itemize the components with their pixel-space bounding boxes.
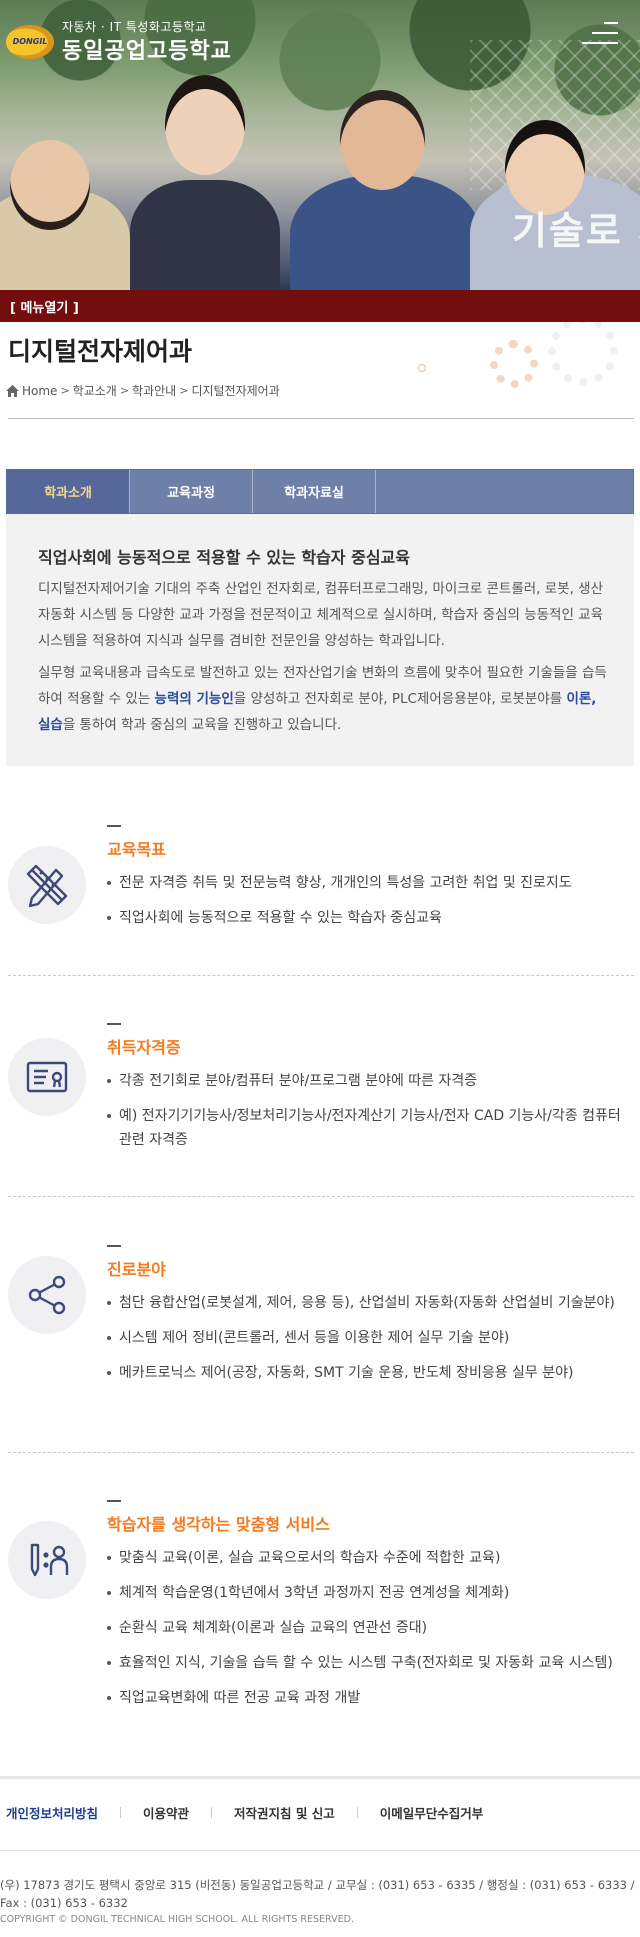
list-item: 전문 자격증 취득 및 전문능력 향상, 개개인의 특성을 고려한 취업 및 진… (107, 871, 632, 895)
section-divider (8, 1452, 634, 1453)
intro-heading: 직업사회에 능동적으로 적용할 수 있는 학습자 중심교육 (38, 548, 410, 567)
email-refusal-link[interactable]: 이메일무단수집거부 (380, 1803, 506, 1822)
pencil-ruler-icon (8, 846, 86, 924)
section-divider (8, 1196, 634, 1197)
section-list: 맞춤식 교육(이론, 실습 교육으로서의 학습자 수준에 적합한 교육) 체계적… (107, 1546, 632, 1721)
breadcrumb-item[interactable]: 학교소개 (73, 382, 117, 399)
list-item: 체계적 학습운영(1학년에서 3학년 과정까지 전공 연계성을 체계화) (107, 1581, 632, 1605)
list-item: 각종 전기회로 분야/컴퓨터 분야/프로그램 분야에 따른 자격증 (107, 1069, 632, 1093)
menu-open-bar[interactable]: [ 메뉴열기 ] (0, 290, 640, 322)
hamburger-menu-icon[interactable] (582, 20, 618, 50)
logo-emblem: DONGIL (6, 24, 54, 59)
list-item: 순환식 교육 체계화(이론과 실습 교육의 연관선 증대) (107, 1616, 632, 1640)
section-list: 전문 자격증 취득 및 전문능력 향상, 개개인의 특성을 고려한 취업 및 진… (107, 871, 632, 941)
privacy-policy-link[interactable]: 개인정보처리방침 (6, 1803, 120, 1822)
section-dash (107, 1245, 121, 1247)
gear-decoration-icon (490, 340, 538, 388)
list-item: 직업사회에 능동적으로 적용할 수 있는 학습자 중심교육 (107, 906, 632, 930)
section-dash (107, 825, 121, 827)
certificate-icon-glyph (26, 1061, 68, 1093)
page-title-area: 디지털전자제어과 Home > 학교소개 > 학과안내 > 디지털전자제어과 (0, 322, 640, 422)
share-icon-glyph (28, 1275, 66, 1315)
chevron-right-icon: > (179, 384, 189, 397)
section-dash (107, 1500, 121, 1502)
footer-separator (120, 1807, 122, 1818)
tab-bar-filler (376, 470, 633, 513)
hero-person-head (165, 75, 245, 175)
list-item: 첨단 융합산업(로봇설계, 제어, 응용 등), 산업설비 자동화(자동화 산업… (107, 1291, 632, 1315)
hero-banner: 기술로 시 DONGIL 자동차 · IT 특성화고등학교 동일공업고등학교 (0, 0, 640, 290)
list-item: 예) 전자기기기능사/정보처리기능사/전자계산기 기능사/전자 CAD 기능사/… (107, 1104, 632, 1152)
section-list: 첨단 융합산업(로봇설계, 제어, 응용 등), 산업설비 자동화(자동화 산업… (107, 1291, 632, 1396)
menu-line (582, 42, 618, 44)
terms-link[interactable]: 이용약관 (143, 1803, 211, 1822)
footer-address: (우) 17873 경기도 평택시 중앙로 315 (비전동) 동일공업고등학교… (0, 1878, 635, 1910)
mentoring-icon (8, 1521, 86, 1599)
footer-divider (0, 1850, 640, 1851)
section-title: 학습자를 생각하는 맞춤형 서비스 (107, 1515, 330, 1534)
section-title: 진로분야 (107, 1260, 166, 1279)
dot-decoration (418, 364, 426, 372)
department-intro: 직업사회에 능동적으로 적용할 수 있는 학습자 중심교육 디지털전자제어기술 … (6, 514, 634, 766)
hero-person-head (10, 140, 90, 230)
section-dash (107, 1023, 121, 1025)
section-title: 취득자격증 (107, 1038, 181, 1057)
mentoring-icon-glyph (30, 1543, 69, 1577)
home-icon (6, 384, 19, 397)
hero-person-body (130, 180, 280, 290)
breadcrumb-item[interactable]: 학과안내 (132, 382, 176, 399)
school-name: 동일공업고등학교 (62, 39, 232, 64)
tab-curriculum[interactable]: 교육과정 (130, 470, 253, 513)
department-tabs: 학과소개 교육과정 학과자료실 (6, 469, 634, 514)
footer-copyright: COPYRIGHT © DONGIL TECHNICAL HIGH SCHOOL… (0, 1914, 354, 1925)
section-divider (8, 975, 634, 976)
section-list: 각종 전기회로 분야/컴퓨터 분야/프로그램 분야에 따른 자격증 예) 전자기… (107, 1069, 632, 1163)
footer-links: 개인정보처리방침 이용약관 저작권지침 및 신고 이메일무단수집거부 (6, 1803, 505, 1822)
menu-open-button[interactable]: [ 메뉴열기 ] (10, 297, 79, 316)
copyright-policy-link[interactable]: 저작권지침 및 신고 (234, 1803, 357, 1822)
menu-line (604, 22, 618, 24)
gear-decoration-icon (548, 322, 618, 386)
hero-person-body (290, 175, 480, 290)
intro-text: 을 통하여 학과 중심의 교육을 진행하고 있습니다. (62, 717, 342, 733)
footer-separator (211, 1807, 213, 1818)
chevron-right-icon: > (60, 384, 70, 397)
list-item: 맞춤식 교육(이론, 실습 교육으로서의 학습자 수준에 적합한 교육) (107, 1546, 632, 1570)
section-title: 교육목표 (107, 840, 166, 859)
intro-text: 을 양성하고 전자회로 분야, PLC제어응용분야, 로봇분야를 (233, 691, 567, 707)
pencil-ruler-icon-glyph (26, 864, 68, 908)
list-item: 메카트로닉스 제어(공장, 자동화, SMT 기술 운용, 반도체 장비응용 실… (107, 1361, 632, 1385)
list-item: 시스템 제어 정비(콘트롤러, 센서 등을 이용한 제어 실무 기술 분야) (107, 1326, 632, 1350)
intro-paragraph: 실무형 교육내용과 급속도로 발전하고 있는 전자산업기술 변화의 흐름에 맞추… (38, 660, 608, 738)
certificate-icon (8, 1038, 86, 1116)
breadcrumb-home[interactable]: Home (22, 384, 57, 398)
breadcrumb-current: 디지털전자제어과 (191, 384, 280, 398)
school-logo[interactable]: DONGIL 자동차 · IT 특성화고등학교 동일공업고등학교 (6, 18, 232, 65)
page-title: 디지털전자제어과 (8, 337, 193, 366)
hero-slogan: 기술로 시 (512, 209, 640, 253)
highlight-text: 능력의 기능인 (154, 691, 234, 707)
chevron-right-icon: > (119, 384, 130, 397)
share-icon (8, 1256, 86, 1334)
footer-separator (356, 1807, 358, 1818)
title-divider (8, 418, 634, 419)
breadcrumb: Home > 학교소개 > 학과안내 > 디지털전자제어과 (6, 382, 280, 399)
list-item: 직업교육변화에 따른 전공 교육 과정 개발 (107, 1686, 632, 1710)
intro-paragraph: 디지털전자제어기술 기대의 주축 산업인 전자회로, 컴퓨터프로그래밍, 마이크… (38, 581, 604, 649)
hero-person-head (340, 90, 425, 190)
tab-intro[interactable]: 학과소개 (7, 470, 130, 513)
footer-divider (0, 1776, 640, 1779)
list-item: 효율적인 지식, 기술을 습득 할 수 있는 시스템 구축(전자회로 및 자동화… (107, 1651, 632, 1675)
logo-text: 자동차 · IT 특성화고등학교 동일공업고등학교 (62, 18, 232, 65)
tab-resources[interactable]: 학과자료실 (253, 470, 376, 513)
menu-line (592, 32, 618, 34)
